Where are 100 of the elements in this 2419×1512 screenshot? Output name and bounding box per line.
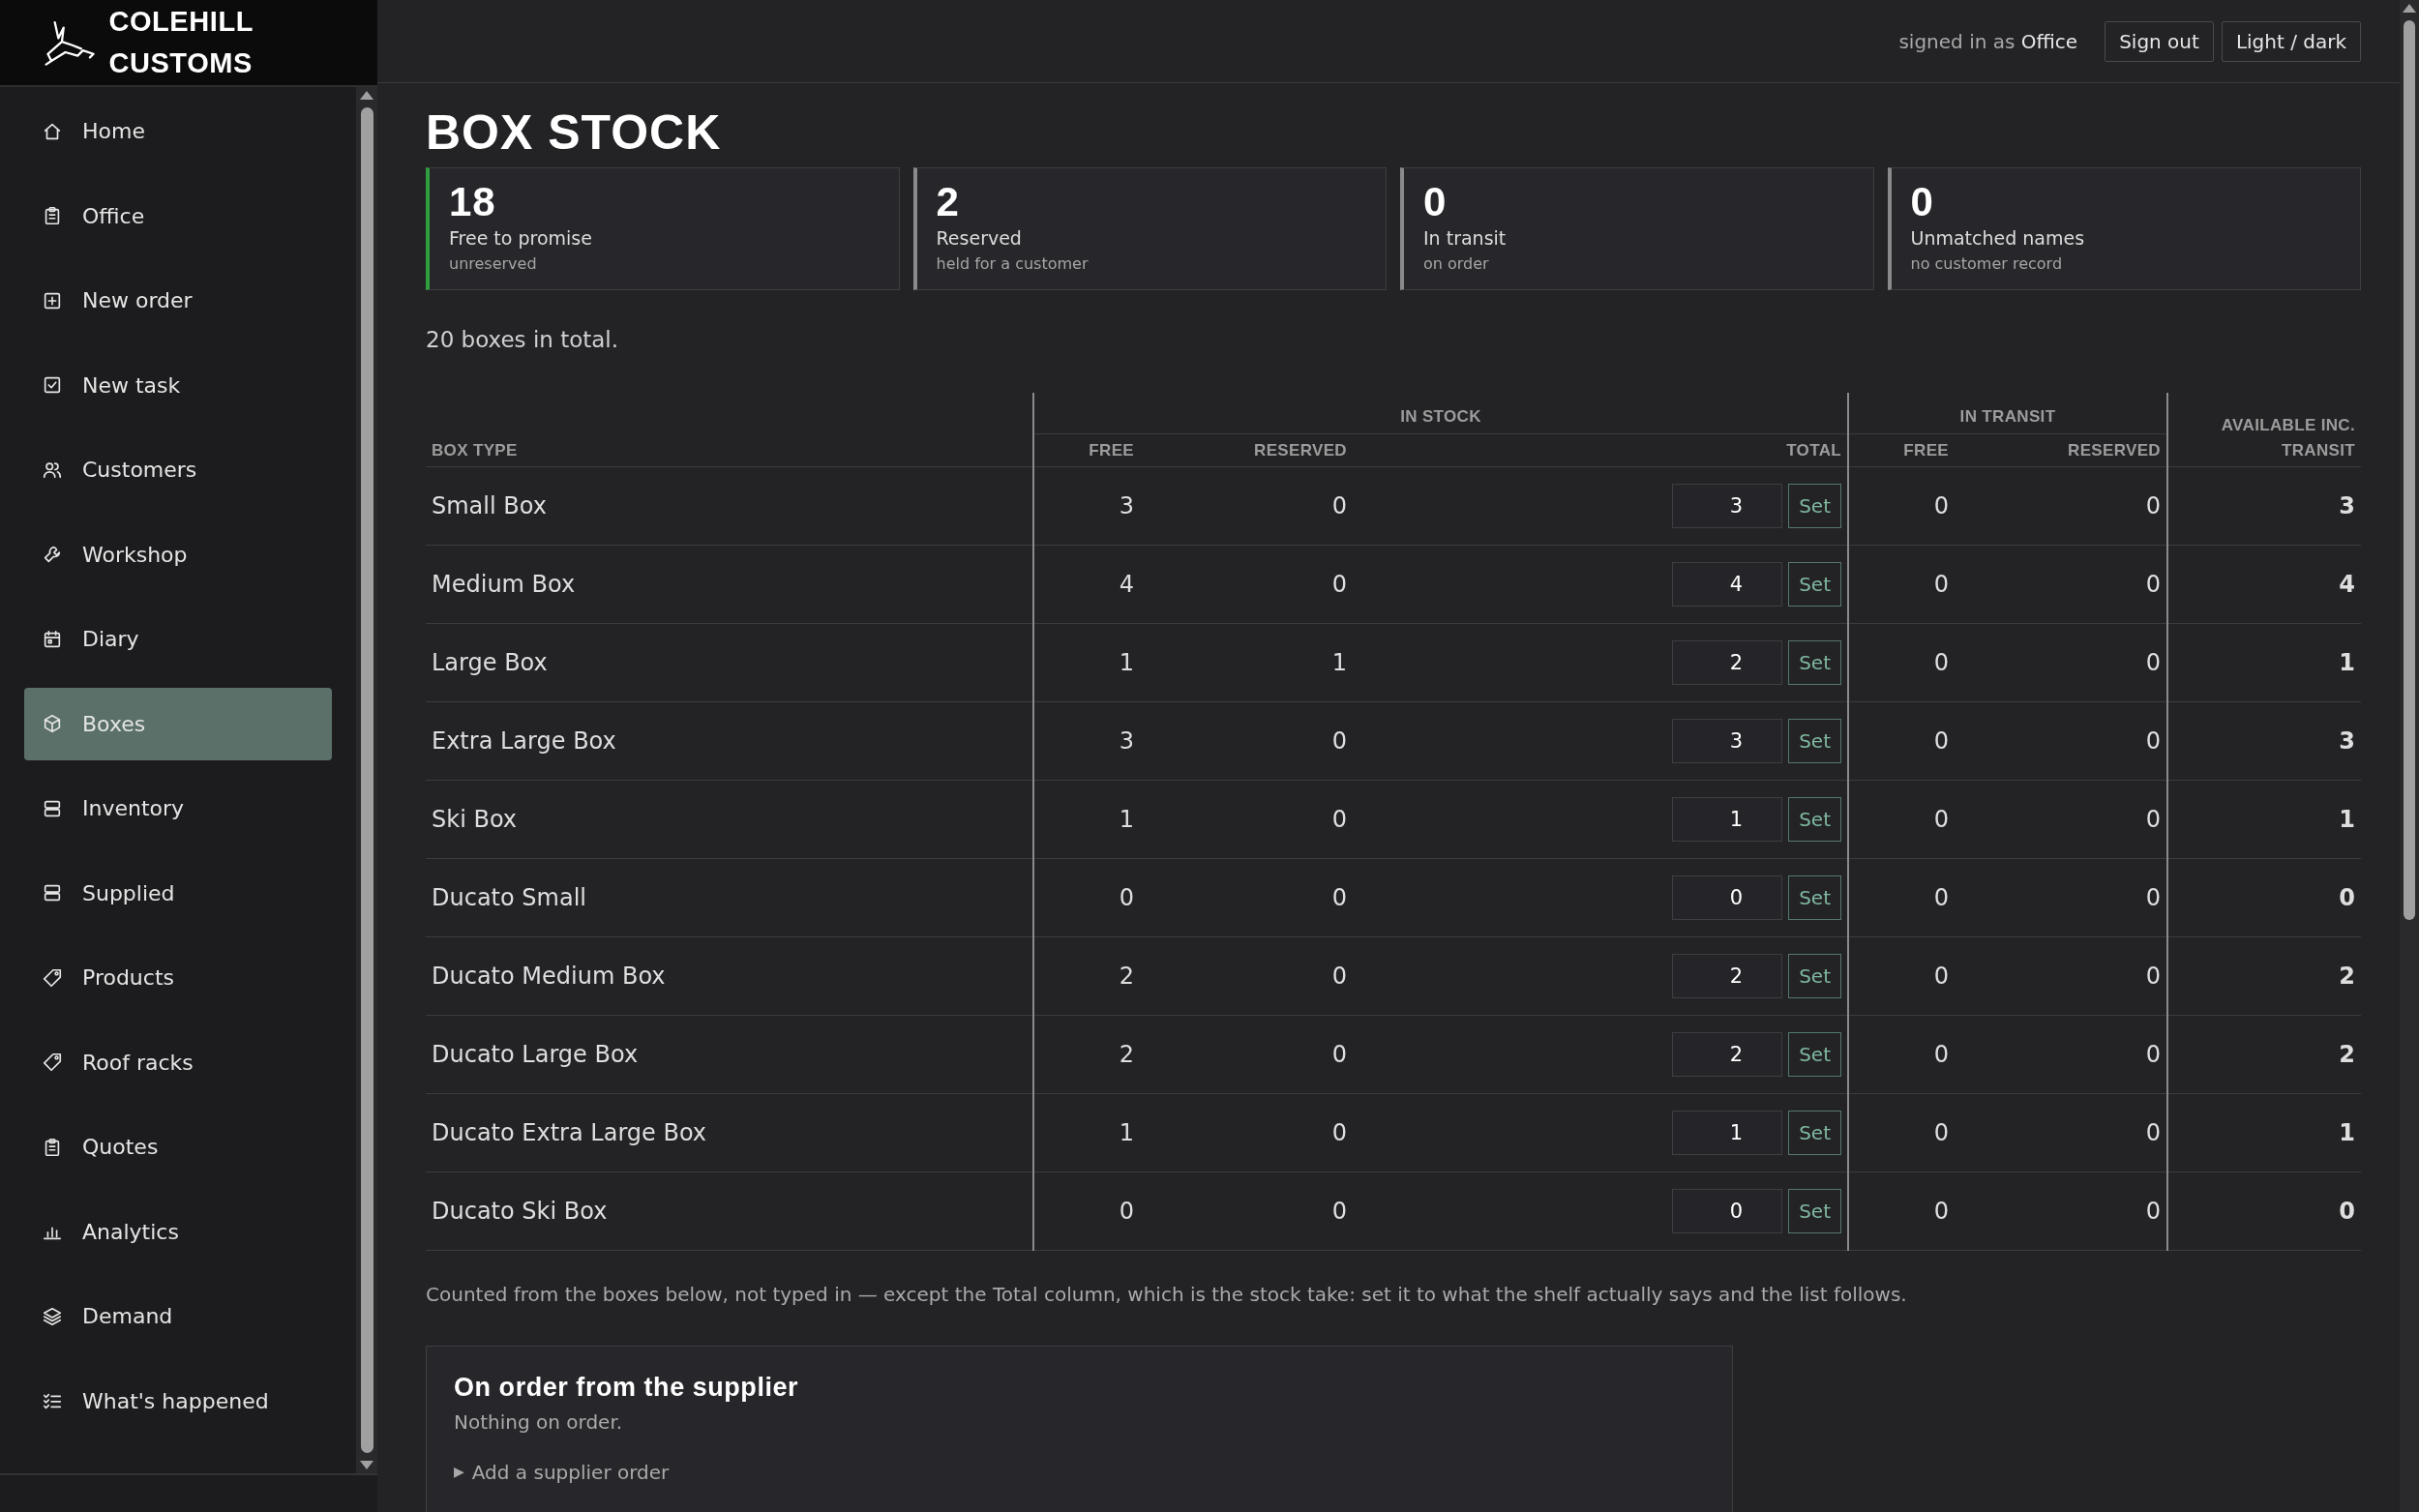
nav-item[interactable]: Quotes (24, 1111, 332, 1184)
table-cell: 3 (2167, 466, 2361, 546)
stat-note: unreserved (449, 252, 538, 275)
total-input[interactable]: 3 (1672, 484, 1783, 529)
column-header: BOX TYPE (426, 433, 1033, 467)
box-type-cell: Ducato Medium Box (426, 936, 1033, 1016)
nav-item[interactable]: Roof racks (24, 1025, 332, 1099)
set-button[interactable]: Set (1788, 719, 1841, 764)
total-input[interactable]: 1 (1672, 797, 1783, 843)
table-cell: 1 (2167, 1093, 2361, 1172)
nav-item[interactable]: Demand (24, 1280, 332, 1353)
column-group-header: IN STOCK (1033, 393, 1848, 434)
table-cell: 0 (1140, 936, 1353, 1016)
column-header: RESERVED (1955, 433, 2167, 467)
box-type-cell: Small Box (426, 466, 1033, 546)
nav-item[interactable]: New order (24, 264, 332, 338)
total-input[interactable]: 2 (1672, 640, 1783, 686)
set-button[interactable]: Set (1788, 1111, 1841, 1156)
nav-item[interactable]: Workshop (24, 518, 332, 591)
stat-label: Free to promise (449, 226, 593, 252)
table-cell: 0 (1848, 545, 1955, 624)
set-button[interactable]: Set (1788, 1189, 1841, 1234)
box-icon (42, 713, 63, 735)
set-button[interactable]: Set (1788, 562, 1841, 608)
set-button[interactable]: Set (1788, 640, 1841, 686)
box-type-cell: Ski Box (426, 780, 1033, 859)
add-order-link[interactable]: Add a supplier order (471, 1457, 670, 1487)
total-input[interactable]: 0 (1672, 875, 1783, 921)
table-cell: 3 (2167, 701, 2361, 781)
set-button[interactable]: Set (1788, 954, 1841, 999)
table-cell: 0 (1140, 780, 1353, 859)
table-cell: 4 (1033, 545, 1140, 624)
scrollbar[interactable] (356, 87, 377, 1473)
nav-item[interactable]: Products (24, 941, 332, 1015)
table-cell: 3 (1033, 701, 1140, 781)
brand-name: COLEHILL CUSTOMS (108, 4, 254, 80)
stat-label: In transit (1423, 226, 1508, 252)
total-input[interactable]: 1 (1672, 1111, 1783, 1156)
table-cell: 0 (1955, 623, 2167, 702)
layers-icon (42, 1305, 63, 1327)
stat-value: 0 (1910, 180, 1935, 225)
box-type-cell: Ducato Ski Box (426, 1171, 1033, 1251)
nav-item[interactable]: New task (24, 348, 332, 422)
stat-note: on order (1423, 252, 1490, 275)
column-header: FREE (1848, 433, 1955, 467)
nav-item[interactable]: Office (24, 179, 332, 252)
table-cell: 0 (1955, 1015, 2167, 1094)
set-button[interactable]: Set (1788, 797, 1841, 843)
table-cell: 2 (2167, 1015, 2361, 1094)
table-cell: 0 (1955, 466, 2167, 546)
table-cell: 0 (1140, 1015, 1353, 1094)
stat-value: 2 (936, 180, 961, 225)
total-input[interactable]: 3 (1672, 719, 1783, 764)
table-cell: 0 (1848, 858, 1955, 937)
column-header: TOTAL (1353, 433, 1848, 467)
signed-in-text: signed in as Office (1898, 28, 2078, 55)
total-input[interactable]: 2 (1672, 1032, 1783, 1078)
column-header: FREE (1033, 433, 1140, 467)
expand-marker-icon[interactable]: ▶ (454, 1462, 464, 1483)
stat-value: 18 (449, 180, 497, 225)
stat-label: Unmatched names (1910, 226, 2086, 252)
calendar-icon (42, 628, 63, 650)
box-type-cell: Ducato Extra Large Box (426, 1093, 1033, 1172)
table-cell: 1 (1033, 1093, 1140, 1172)
stat-value: 0 (1423, 180, 1448, 225)
table-cell: 1 (1140, 623, 1353, 702)
table-cell: 0 (1848, 780, 1955, 859)
table-cell: 0 (1033, 858, 1140, 937)
nav-item[interactable]: Home (24, 95, 332, 168)
nav-item[interactable]: Supplied (24, 856, 332, 930)
box-type-cell: Large Box (426, 623, 1033, 702)
total-input[interactable]: 0 (1672, 1189, 1783, 1234)
panel-title: On order from the supplier (454, 1372, 800, 1405)
nav-item[interactable]: Boxes (24, 687, 332, 760)
table-cell: 0 (2167, 858, 2361, 937)
nav-item[interactable]: Diary (24, 603, 332, 676)
set-button[interactable]: Set (1788, 1032, 1841, 1078)
table-cell: 0 (1955, 701, 2167, 781)
status-text: Nothing on order. (454, 1408, 624, 1436)
table-cell: 0 (2167, 1171, 2361, 1251)
header-button[interactable]: Light / dark (2221, 20, 2361, 62)
table-cell: 0 (1955, 780, 2167, 859)
table-cell: 0 (1140, 466, 1353, 546)
total-input[interactable]: 4 (1672, 562, 1783, 608)
nav-item[interactable]: What's happened (24, 1364, 332, 1438)
table-cell: 0 (1848, 623, 1955, 702)
table-cell: 0 (1848, 466, 1955, 546)
header-button[interactable]: Sign out (2105, 20, 2214, 62)
table-cell: 1 (2167, 623, 2361, 702)
nav-item[interactable]: Customers (24, 433, 332, 507)
table-cell: 0 (1848, 1093, 1955, 1172)
scrollbar[interactable] (2400, 0, 2419, 1512)
summary-text: 20 boxes in total. (426, 325, 620, 354)
table-cell: 0 (1140, 545, 1353, 624)
set-button[interactable]: Set (1788, 875, 1841, 921)
total-input[interactable]: 2 (1672, 954, 1783, 999)
set-button[interactable]: Set (1788, 484, 1841, 529)
nav-item[interactable]: Inventory (24, 772, 332, 845)
nav-item[interactable]: Analytics (24, 1195, 332, 1268)
box-type-cell: Extra Large Box (426, 701, 1033, 781)
